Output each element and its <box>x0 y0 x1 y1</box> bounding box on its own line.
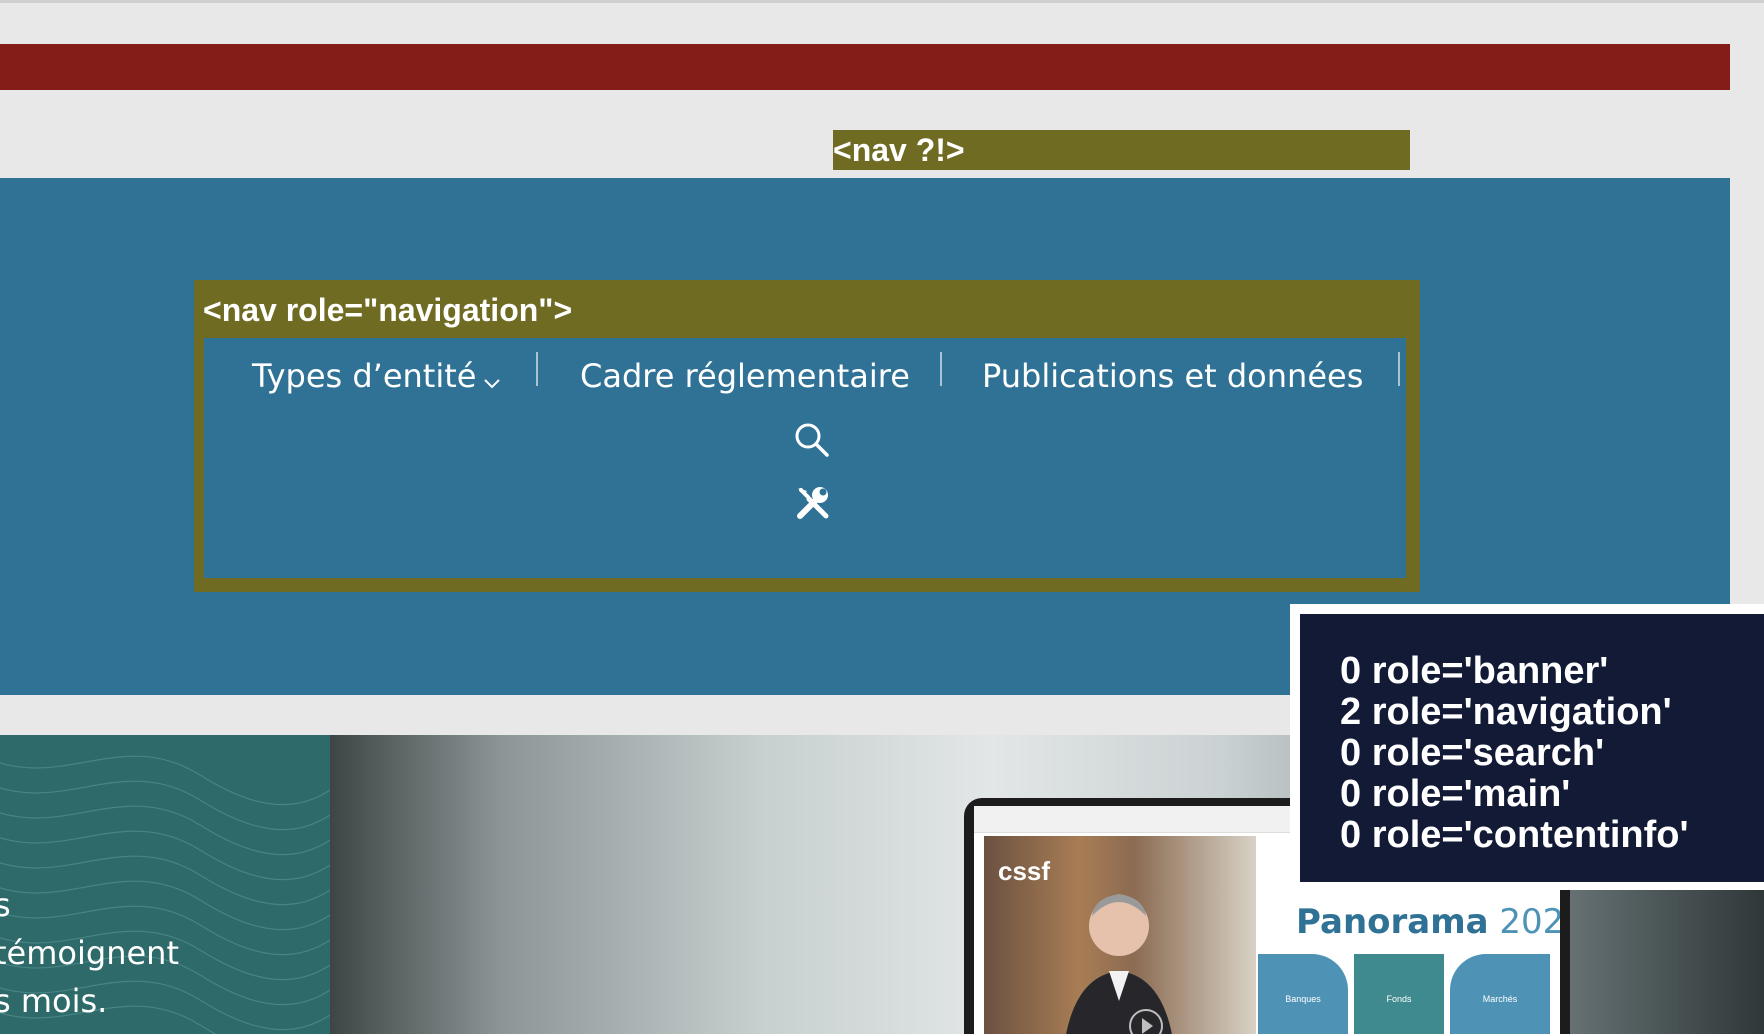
main-navigation: Types d’entité Cadre réglementaire Publi… <box>204 338 1406 578</box>
nav-separator <box>536 352 538 386</box>
landmark-summary-box: 0 role='banner' 2 role='navigation' 0 ro… <box>1300 614 1764 882</box>
nav-separator <box>940 352 942 386</box>
hero-text-line: s mois. <box>0 982 108 1020</box>
person-illustration <box>1066 894 1172 1034</box>
nav-unlabeled-overlay-tag: <nav ?!> <box>833 130 1410 170</box>
hero-teal-panel: s témoignent s mois. <box>0 735 330 1034</box>
landmark-count-main: 0 role='main' <box>1340 773 1571 815</box>
panorama-title: Panorama 2021 <box>1296 902 1560 942</box>
landmark-summary-panel: 0 role='banner' 2 role='navigation' 0 ro… <box>1290 604 1764 890</box>
hero-text-line: témoignent <box>0 934 179 972</box>
nav-item-label: Publications et données <box>982 357 1364 395</box>
nav-item-publications-donnees[interactable]: Publications et données <box>982 354 1363 398</box>
hero-text-line: s <box>0 886 11 924</box>
nav-item-label: Types d’entité <box>252 357 477 395</box>
nav-item-label: Cadre réglementaire <box>580 357 910 395</box>
banner-bar <box>0 44 1730 90</box>
landmark-count-banner: 0 role='banner' <box>1340 650 1609 692</box>
panorama-word: Panorama <box>1296 902 1489 942</box>
panorama-year: 2021 <box>1499 902 1560 942</box>
nav-item-types-entite[interactable]: Types d’entité <box>252 354 501 400</box>
landmark-count-search: 0 role='search' <box>1340 732 1605 774</box>
nav-item-cadre-reglementaire[interactable]: Cadre réglementaire <box>580 354 910 398</box>
chevron-down-icon <box>484 356 501 400</box>
screen-tile: Fonds d’investissement <box>1354 954 1444 1034</box>
nav-role-tag: <nav role="navigation"> <box>203 292 573 328</box>
landmark-count-navigation: 2 role='navigation' <box>1340 691 1672 733</box>
hero-left-text: s témoignent s mois. <box>0 881 179 1025</box>
screen-photo: cssf <box>984 836 1256 1034</box>
nav-unlabeled-tag-text: <nav ?!> <box>833 132 965 168</box>
top-border <box>0 0 1764 3</box>
screen-tile: Banques <box>1258 954 1348 1034</box>
landmark-count-contentinfo: 0 role='contentinfo' <box>1340 814 1689 856</box>
screen-tile: Marchés <box>1450 954 1550 1034</box>
tools-icon[interactable] <box>794 484 832 522</box>
cssf-logo: cssf <box>998 856 1051 886</box>
search-icon[interactable] <box>792 420 832 460</box>
nav-separator <box>1398 352 1400 386</box>
navigation-overlay-box: <nav role="navigation"> Types d’entité C… <box>194 280 1420 592</box>
